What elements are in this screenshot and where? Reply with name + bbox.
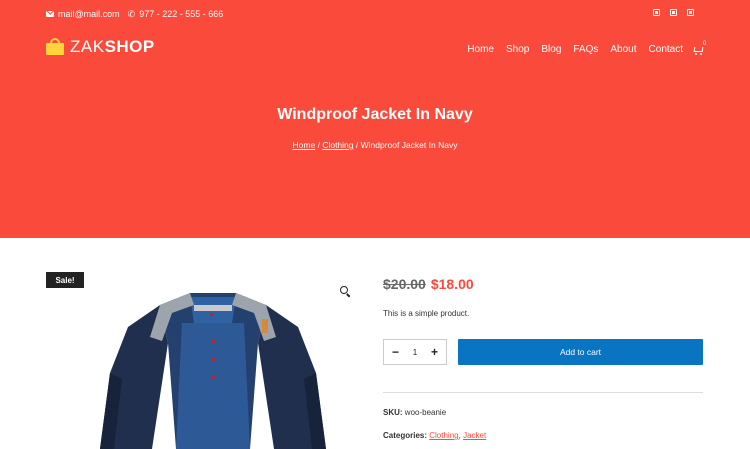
categories-label: Categories:	[383, 431, 428, 440]
sale-price: $18.00	[430, 276, 474, 292]
price-block: $20.00 $18.00	[383, 276, 474, 292]
nav-shop[interactable]: Shop	[506, 44, 529, 55]
page-title: Windproof Jacket In Navy	[277, 106, 473, 123]
envelope-icon	[46, 11, 54, 17]
increment-button[interactable]: +	[431, 345, 438, 359]
shopping-bag-icon	[46, 38, 64, 55]
nav-about[interactable]: About	[610, 44, 636, 55]
breadcrumb: Home / Clothing / Windproof Jacket In Na…	[0, 140, 750, 150]
phone-text: 977 - 222 - 555 - 666	[139, 9, 224, 19]
sku-row: SKU: woo-beanie	[383, 408, 446, 417]
nav-home[interactable]: Home	[467, 44, 494, 55]
email-text: mail@mail.com	[58, 9, 120, 19]
logo-text: ZAKSHOP	[70, 38, 155, 55]
logo-text-bold: SHOP	[104, 37, 155, 56]
old-price: $20.00	[383, 276, 426, 292]
site-logo[interactable]: ZAKSHOP	[46, 38, 155, 55]
social-icon[interactable]	[653, 9, 660, 16]
breadcrumb-current: Windproof Jacket In Navy	[360, 140, 458, 150]
quantity-input[interactable]: 1	[413, 348, 417, 357]
add-to-cart-button[interactable]: Add to cart	[458, 339, 703, 365]
decrement-button[interactable]: −	[392, 345, 399, 359]
phone-icon: ✆	[127, 8, 136, 19]
sku-value: woo-beanie	[404, 408, 447, 417]
topbar: mail@mail.com ✆ 977 - 222 - 555 - 666	[46, 8, 704, 20]
social-icon[interactable]	[687, 9, 694, 16]
main-nav: Home Shop Blog FAQs About Contact 0	[467, 41, 706, 56]
sku-label: SKU:	[383, 408, 403, 417]
hero-banner: mail@mail.com ✆ 977 - 222 - 555 - 666 ZA…	[0, 0, 750, 238]
social-links	[653, 9, 694, 16]
breadcrumb-separator: /	[353, 140, 361, 150]
cart-count: 0	[703, 40, 707, 47]
short-description: This is a simple product.	[383, 309, 470, 318]
nav-blog[interactable]: Blog	[541, 44, 561, 55]
breadcrumb-category[interactable]: Clothing	[322, 140, 353, 150]
breadcrumb-home[interactable]: Home	[293, 140, 316, 150]
nav-faqs[interactable]: FAQs	[573, 44, 598, 55]
category-link-clothing[interactable]: Clothing	[429, 431, 458, 440]
social-icon[interactable]	[670, 9, 677, 16]
product-image[interactable]	[100, 283, 326, 449]
logo-text-light: ZAK	[70, 37, 105, 56]
sale-badge: Sale!	[46, 272, 84, 288]
phone-contact[interactable]: ✆ 977 - 222 - 555 - 666	[128, 9, 224, 19]
email-contact[interactable]: mail@mail.com	[46, 9, 120, 19]
divider	[383, 392, 703, 393]
search-zoom-icon[interactable]	[340, 286, 351, 298]
cart-icon[interactable]: 0	[693, 41, 706, 55]
category-link-jacket[interactable]: Jacket	[463, 431, 486, 440]
nav-contact[interactable]: Contact	[649, 44, 683, 55]
categories-row: Categories: Clothing, Jacket	[383, 431, 486, 440]
quantity-stepper: − 1 +	[383, 339, 447, 365]
